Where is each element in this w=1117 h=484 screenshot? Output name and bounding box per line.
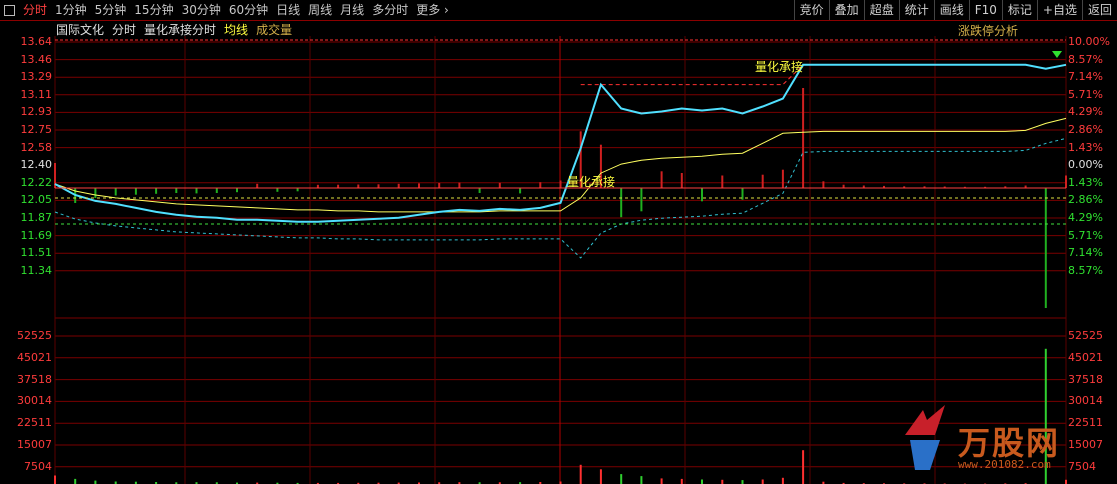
price-panel-volume-spike: [134, 188, 137, 195]
price-panel-volume-spike: [397, 183, 400, 188]
price-panel-volume-spike: [559, 180, 562, 188]
percent-tick-label: 1.43%: [1068, 175, 1103, 189]
annotation-upper: 量化承接: [755, 60, 804, 74]
price-tick-label: 12.22: [20, 175, 53, 189]
price-tick-label: 13.11: [20, 87, 53, 101]
limit-up-dashed-line: [580, 64, 1067, 86]
volume-bar: [54, 475, 56, 484]
down-arrow-icon: [1052, 51, 1062, 58]
volume-bar: [579, 464, 582, 484]
price-panel-volume-spike: [215, 188, 218, 193]
percent-tick-label: 8.57%: [1068, 52, 1103, 66]
volume-tick-label: 15007: [17, 438, 52, 451]
price-panel-volume-spike: [802, 88, 805, 188]
volume-bar: [74, 478, 77, 484]
price-panel-volume-spike: [822, 181, 825, 188]
volume-tick-label: 52525: [17, 329, 52, 342]
volume-bar: [620, 474, 623, 484]
percent-tick-label: 5.71%: [1068, 87, 1103, 101]
price-panel-volume-spike: [680, 173, 683, 188]
price-panel-volume-spike: [660, 171, 663, 188]
price-panel-volume-spike: [438, 183, 441, 188]
price-panel-volume-spike: [721, 175, 724, 188]
price-tick-label: 13.64: [20, 35, 53, 48]
volume-bar: [741, 480, 744, 484]
price-panel-volume-spike: [539, 182, 542, 188]
price-tick-label: 13.46: [20, 52, 53, 66]
percent-tick-label: 2.86%: [1068, 193, 1103, 207]
price-panel-volume-spike: [701, 188, 703, 202]
price-panel-volume-spike: [276, 188, 279, 192]
price-tick-label: 12.05: [20, 193, 53, 207]
price-tick-label: 12.75: [20, 123, 53, 136]
price-panel-volume-spike: [195, 188, 198, 194]
volume-tick-label: 37518: [17, 372, 52, 386]
price-panel-volume-spike: [1044, 188, 1047, 308]
volume-bar: [94, 480, 97, 484]
price-panel-volume-spike: [256, 183, 259, 188]
price-panel-volume-spike: [458, 182, 461, 188]
volume-tick-label-right: 37518: [1068, 372, 1103, 386]
price-panel-volume-spike: [761, 174, 764, 188]
percent-tick-label: 10.00%: [1068, 35, 1110, 48]
price-panel-volume-spike: [781, 169, 784, 188]
price-panel-volume-spike: [478, 188, 481, 193]
volume-bar: [680, 478, 683, 484]
percent-tick-label: 4.29%: [1068, 105, 1103, 119]
percent-tick-label: 4.29%: [1068, 211, 1103, 224]
price-tick-label: 11.51: [20, 246, 53, 260]
percent-tick-label: 7.14%: [1068, 246, 1103, 260]
volume-bar: [701, 479, 703, 484]
price-tick-label: 12.93: [20, 105, 53, 119]
price-panel-volume-spike: [236, 188, 238, 193]
price-panel-volume-spike: [155, 188, 158, 194]
volume-bar: [640, 476, 643, 484]
percent-tick-label: 0.00%: [1068, 158, 1103, 172]
volume-bar: [1065, 479, 1067, 484]
percent-tick-label: 8.57%: [1068, 263, 1103, 277]
price-panel-volume-spike: [94, 188, 97, 198]
percent-tick-label: 5.71%: [1068, 228, 1103, 242]
volume-tick-label: 7504: [24, 459, 52, 473]
price-panel-volume-spike: [114, 188, 117, 196]
price-panel-volume-spike: [1065, 175, 1067, 188]
price-panel-volume-spike: [175, 188, 178, 193]
volume-bar: [599, 469, 602, 484]
price-panel-volume-spike: [640, 188, 643, 212]
volume-bar: [721, 479, 724, 484]
volume-tick-label: 45021: [17, 350, 52, 364]
percent-tick-label: 2.86%: [1068, 123, 1103, 136]
volume-bar: [781, 477, 784, 484]
price-panel-volume-spike: [519, 188, 522, 194]
price-panel-volume-spike: [498, 182, 501, 188]
volume-tick-label: 30014: [17, 394, 52, 408]
watermark-url: www.201082.com: [958, 458, 1051, 471]
volume-bar: [761, 479, 764, 484]
price-panel-volume-spike: [418, 183, 420, 188]
price-tick-label: 11.69: [20, 228, 53, 242]
percent-tick-label: 7.14%: [1068, 70, 1103, 84]
annotation-lower: 量化承接: [567, 175, 616, 189]
price-tick-label: 11.87: [20, 211, 53, 224]
price-tick-label: 12.40: [20, 158, 53, 172]
price-panel-volume-spike: [357, 184, 360, 188]
price-tick-label: 12.58: [20, 140, 53, 154]
volume-bar: [802, 450, 805, 484]
price-panel-volume-spike: [620, 188, 623, 218]
volume-bar: [660, 478, 663, 484]
volume-tick-label: 22511: [17, 416, 52, 430]
volume-tick-label-right: 52525: [1068, 329, 1103, 342]
price-tick-label: 11.34: [20, 263, 53, 277]
price-tick-label: 13.29: [20, 70, 53, 84]
volume-tick-label-right: 45021: [1068, 350, 1103, 364]
percent-tick-label: 1.43%: [1068, 140, 1103, 154]
